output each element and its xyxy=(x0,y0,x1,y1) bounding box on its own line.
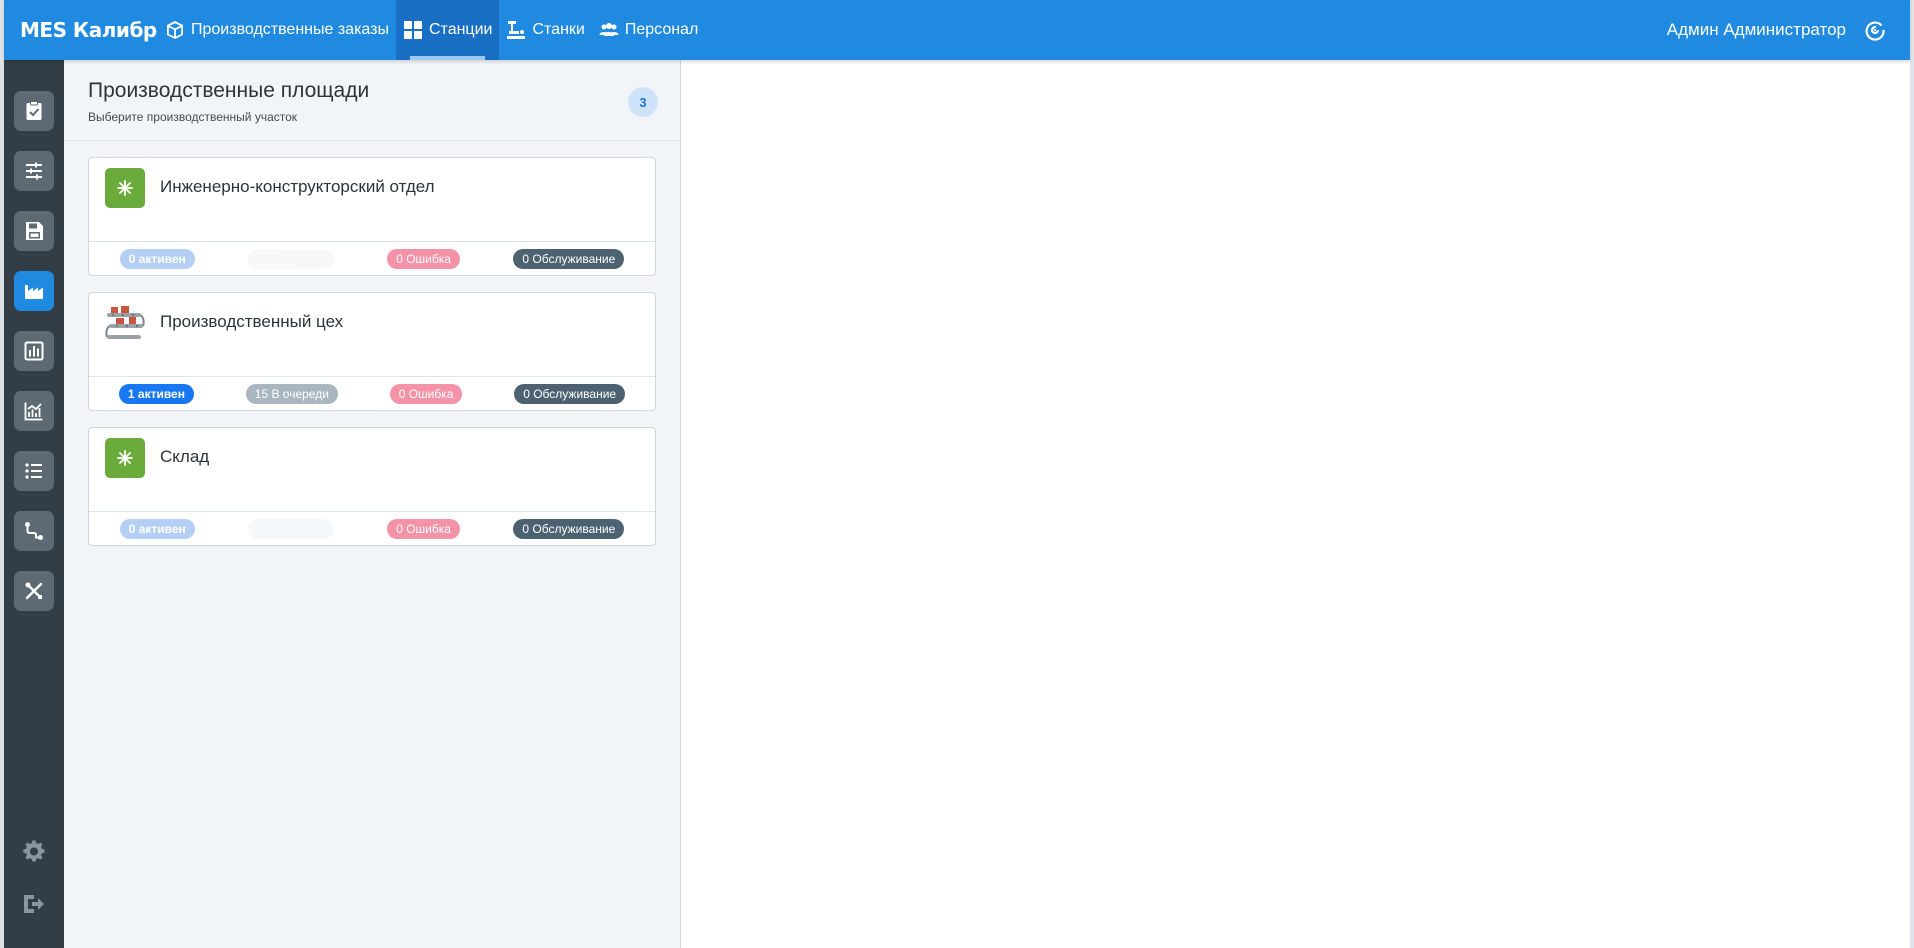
user-logo-icon xyxy=(1865,21,1885,41)
tools-icon xyxy=(25,582,43,600)
factory-icon xyxy=(25,285,43,299)
sliders-icon xyxy=(26,162,42,180)
area-status-bar: 0 активен 0 В очереди 0 Ошибка 0 Обслужи… xyxy=(89,241,655,276)
area-list: Инженерно-конструкторский отдел 0 активе… xyxy=(64,141,680,546)
area-card-header: Производственный цех xyxy=(89,293,655,376)
sidebar-bottom xyxy=(4,840,64,916)
nav-personnel[interactable]: Персонал xyxy=(592,0,705,60)
status-queue-badge: 0 В очереди xyxy=(248,519,334,539)
user-name: Админ Администратор xyxy=(1666,20,1846,39)
panel-title: Производственные площади xyxy=(88,79,370,102)
nav-label: Станки xyxy=(532,21,585,38)
production-areas-panel: Производственные площади Выберите произв… xyxy=(64,60,681,948)
status-queue-badge: 15 В очереди xyxy=(245,384,338,404)
side-btn-analytics[interactable] xyxy=(14,391,54,431)
user-menu[interactable]: Админ Администратор xyxy=(1667,19,1910,41)
analytics-icon xyxy=(24,402,43,421)
panel-subtitle: Выберите производственный участок xyxy=(88,110,298,124)
area-name: Производственный цех xyxy=(160,312,344,331)
area-name: Инженерно-конструкторский отдел xyxy=(160,177,435,196)
nav-stations[interactable]: Станции xyxy=(395,0,500,60)
nav-label: Производственные заказы xyxy=(191,21,389,38)
window-edge-right xyxy=(1910,0,1914,948)
floppy-disk-icon xyxy=(26,222,43,240)
status-error-badge: 0 Ошибка xyxy=(387,249,460,269)
area-name: Склад xyxy=(160,447,210,466)
area-status-bar: 0 активен 0 В очереди 0 Ошибка 0 Обслужи… xyxy=(89,511,655,546)
panel-header: Производственные площади Выберите произв… xyxy=(64,60,680,141)
nav-machines[interactable]: Станки xyxy=(499,0,591,60)
grid-icon xyxy=(403,21,422,39)
sparkle-icon xyxy=(105,168,145,208)
status-error-badge: 0 Ошибка xyxy=(387,519,460,539)
status-active-badge: 1 активен xyxy=(118,384,194,404)
status-service-badge: 0 Обслуживание xyxy=(513,249,625,269)
bar-chart-icon xyxy=(24,341,44,361)
people-icon xyxy=(599,23,619,36)
area-count-badge: 3 xyxy=(628,87,658,117)
list-icon xyxy=(25,463,42,479)
side-btn-routes[interactable] xyxy=(14,511,54,551)
side-navigation xyxy=(4,60,64,948)
app-brand[interactable]: MES Калибр xyxy=(4,18,158,42)
box-icon xyxy=(167,21,183,39)
area-card-warehouse[interactable]: Склад 0 активен 0 В очереди 0 Ошибка 0 О… xyxy=(88,427,656,546)
side-btn-save[interactable] xyxy=(14,211,54,251)
top-navbar: MES Калибр Производственные заказы Станц… xyxy=(4,0,1910,60)
clipboard-check-icon xyxy=(26,101,42,120)
status-service-badge: 0 Обслуживание xyxy=(514,384,626,404)
side-btn-tools[interactable] xyxy=(14,571,54,611)
side-btn-reports[interactable] xyxy=(14,331,54,371)
area-card-header: Склад xyxy=(89,428,655,511)
detail-content-area xyxy=(681,60,1910,948)
main-nav: Производственные заказы Станции Станки П… xyxy=(158,0,705,60)
route-icon xyxy=(25,522,43,540)
machine-icon xyxy=(507,21,526,39)
conveyor-icon xyxy=(105,303,145,343)
nav-label: Персонал xyxy=(624,21,699,38)
area-card-header: Инженерно-конструкторский отдел xyxy=(89,158,655,241)
side-btn-list[interactable] xyxy=(14,451,54,491)
status-error-badge: 0 Ошибка xyxy=(389,384,463,404)
logout-icon[interactable] xyxy=(22,892,46,916)
area-card-workshop[interactable]: Производственный цех 1 активен 15 В очер… xyxy=(88,292,656,411)
side-btn-factory[interactable] xyxy=(14,271,54,311)
status-queue-badge: 0 В очереди xyxy=(248,249,334,269)
gear-icon[interactable] xyxy=(22,840,46,864)
nav-label: Станции xyxy=(428,21,493,38)
area-card-engineering[interactable]: Инженерно-конструкторский отдел 0 активе… xyxy=(88,157,656,276)
side-btn-tasks[interactable] xyxy=(14,91,54,131)
status-active-badge: 0 активен xyxy=(119,249,195,269)
status-service-badge: 0 Обслуживание xyxy=(513,519,625,539)
nav-production-orders[interactable]: Производственные заказы xyxy=(158,0,396,60)
status-active-badge: 0 активен xyxy=(119,519,195,539)
sparkle-icon xyxy=(105,438,145,478)
side-btn-adjustments[interactable] xyxy=(14,151,54,191)
area-status-bar: 1 активен 15 В очереди 0 Ошибка 0 Обслуж… xyxy=(89,376,655,411)
